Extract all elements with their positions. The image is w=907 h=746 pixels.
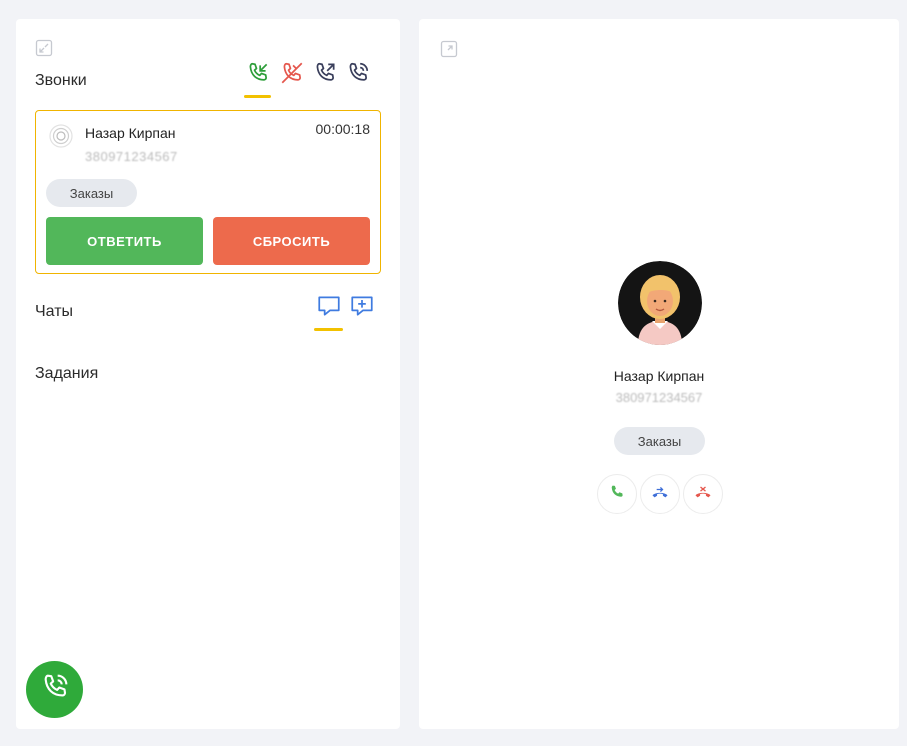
caller-phone: 380971234567 [85,149,178,164]
tab-chats[interactable] [314,293,344,323]
caller-avatar [618,261,702,345]
hangup-call-icon [693,482,713,507]
calls-section-title: Звонки [35,72,87,89]
accept-call-icon [608,483,626,506]
chats-tab-active-indicator [314,328,343,331]
tab-incoming-calls[interactable] [243,60,273,90]
softphone-fab-button[interactable] [26,661,83,718]
tab-missed-calls[interactable] [277,60,307,90]
reject-button[interactable]: СБРОСИТЬ [213,217,370,265]
phone-incoming-icon [245,60,271,91]
accept-call-button[interactable] [597,474,637,514]
transfer-call-icon [650,482,670,507]
phone-ringing-icon [39,671,71,708]
chat-bubble-icon [316,293,342,324]
expand-icon[interactable] [440,40,458,58]
calls-tab-active-indicator [244,95,271,98]
transfer-call-button[interactable] [640,474,680,514]
right-panel: Назар Кирпан 380971234567 Заказы [419,19,899,729]
chats-section-title: Чаты [35,303,74,320]
caller-name: Назар Кирпан [613,368,705,384]
answer-button[interactable]: ОТВЕТИТЬ [46,217,203,265]
incoming-call-card: Назар Кирпан 380971234567 00:00:18 Заказ… [35,110,381,274]
caller-name: Назар Кирпан [85,125,176,141]
phone-outgoing-icon [312,60,338,91]
phone-all-icon [345,60,371,91]
tab-all-calls[interactable] [343,60,373,90]
tab-new-chat[interactable] [347,293,377,323]
tag-orders[interactable]: Заказы [46,179,137,207]
tasks-section-title: Задания [35,365,99,382]
call-timer: 00:00:18 [315,121,371,137]
left-panel: Звонки Назар Кирпан 380971234567 00:00:1… [16,19,400,729]
tab-outgoing-calls[interactable] [310,60,340,90]
ringing-icon [49,124,73,153]
chat-add-icon [349,293,375,324]
hangup-call-button[interactable] [683,474,723,514]
tag-orders[interactable]: Заказы [614,427,705,455]
phone-missed-icon [279,60,305,91]
caller-phone: 380971234567 [615,390,703,405]
expand-icon[interactable] [35,39,53,57]
